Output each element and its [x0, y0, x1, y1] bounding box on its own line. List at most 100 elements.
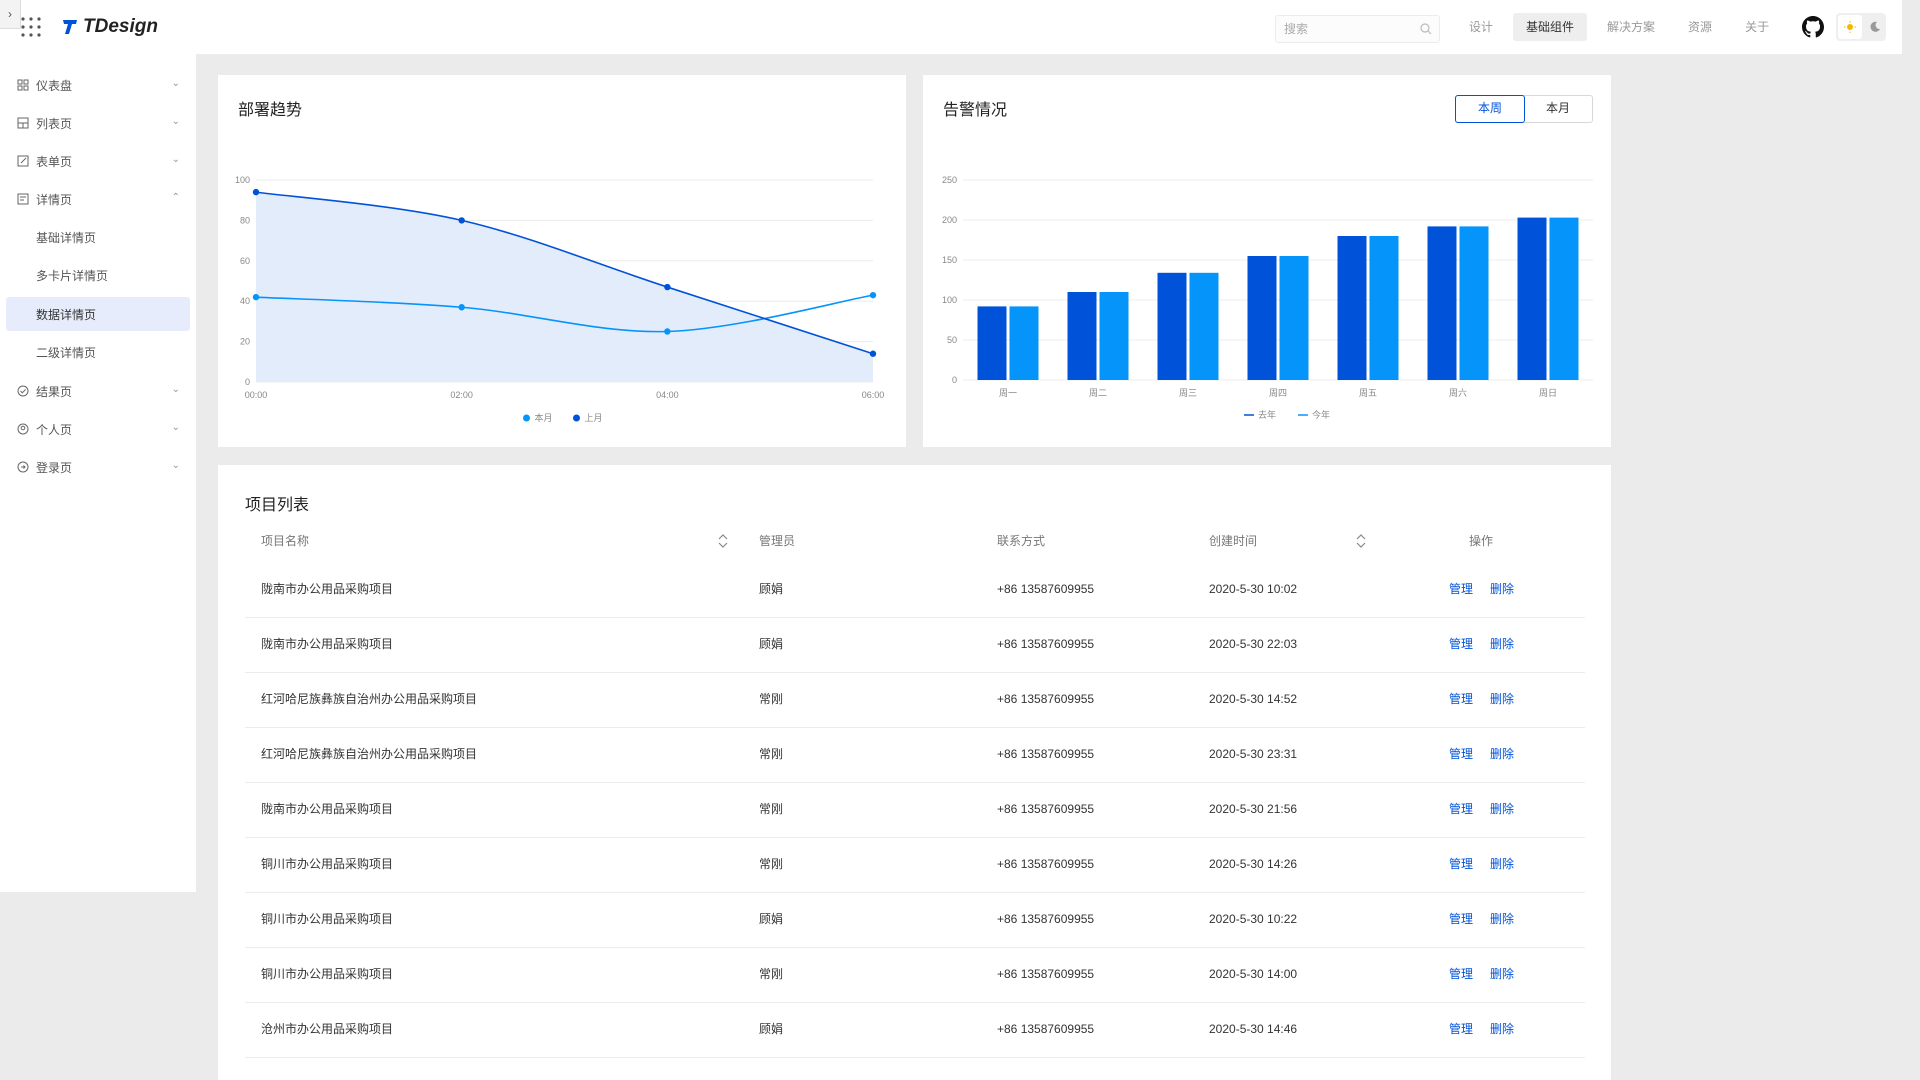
theme-switch[interactable]: [1836, 13, 1886, 41]
github-icon[interactable]: [1802, 16, 1824, 38]
y-tick-label: 250: [942, 175, 957, 185]
contact-cell: +86 13587609955: [997, 912, 1095, 926]
sidebar-item-label: 详情页: [36, 192, 73, 207]
x-tick-label: 周六: [1449, 387, 1467, 398]
check-circle-icon: [17, 385, 29, 397]
project-name-cell: 铜川市办公用品采购项目: [261, 857, 394, 871]
table-row: 红河哈尼族彝族自治州办公用品采购项目 常刚 +86 13587609955 2020-…: [245, 672, 1585, 728]
column-header-name: 项目名称: [261, 534, 310, 548]
nav-item-solutions[interactable]: 解决方案: [1594, 13, 1668, 41]
legend-marker: [523, 414, 530, 422]
contact-cell: +86 13587609955: [997, 857, 1095, 871]
sidebar-item-detail[interactable]: 详情页 ⌃: [6, 182, 190, 216]
sidebar-item-label: 二级详情页: [36, 345, 97, 360]
admin-cell: 顾娟: [759, 582, 784, 596]
moon-icon[interactable]: [1865, 15, 1885, 39]
sidebar-item-label: 基础详情页: [36, 230, 97, 245]
sort-icon[interactable]: [1355, 532, 1367, 550]
delete-link[interactable]: 删除: [1490, 617, 1514, 672]
chevron-down-icon: ⌄: [171, 422, 180, 433]
delete-link[interactable]: 删除: [1490, 672, 1514, 727]
admin-cell: 常刚: [759, 747, 784, 761]
x-tick-label: 周四: [1269, 388, 1287, 398]
sidebar-item-result[interactable]: 结果页 ⌄: [6, 374, 190, 408]
nav-item-components[interactable]: 基础组件: [1513, 13, 1588, 41]
sidebar-toggle-button[interactable]: ›: [0, 0, 21, 29]
sidebar-item-multi-card-detail[interactable]: 多卡片详情页: [6, 258, 190, 292]
manage-link[interactable]: 管理: [1449, 562, 1473, 617]
toggle-this-week[interactable]: 本周: [1455, 95, 1525, 123]
y-tick-label: 40: [240, 296, 250, 306]
table-row: 沧州市办公用品采购项目 顾娟 +86 13587609955 2020-5-30 14…: [245, 1002, 1585, 1058]
manage-link[interactable]: 管理: [1449, 837, 1473, 892]
y-tick-label: 200: [942, 215, 957, 225]
tdesign-logo[interactable]: TDesign: [61, 13, 158, 41]
sun-icon[interactable]: [1838, 15, 1862, 39]
nav-item-resources[interactable]: 资源: [1675, 13, 1725, 41]
y-tick-label: 100: [942, 295, 957, 305]
sort-icon[interactable]: [717, 532, 729, 550]
x-tick-label: 02:00: [450, 390, 473, 400]
created-time-cell: 2020-5-30 14:26: [1209, 857, 1298, 871]
data-point: [869, 350, 877, 357]
y-tick-label: 50: [947, 335, 957, 345]
data-point: [252, 188, 260, 196]
sidebar-item-label: 仪表盘: [36, 78, 73, 93]
table-row: 铜川市办公用品采购项目 常刚 +86 13587609955 2020-5-30 14…: [245, 837, 1585, 893]
toggle-this-month[interactable]: 本月: [1524, 96, 1592, 122]
detail-icon: [17, 193, 29, 205]
column-header-created: 创建时间: [1209, 534, 1258, 548]
sidebar-item-basic-detail[interactable]: 基础详情页: [6, 220, 190, 254]
bar: [1427, 226, 1457, 380]
delete-link[interactable]: 删除: [1490, 892, 1514, 947]
delete-link[interactable]: 删除: [1490, 562, 1514, 617]
grid-icon[interactable]: [20, 16, 42, 38]
sidebar-item-form[interactable]: 表单页 ⌄: [6, 144, 190, 178]
sidebar-item-personal[interactable]: 个人页 ⌄: [6, 412, 190, 446]
project-list-title: 项目列表: [245, 497, 310, 514]
delete-link[interactable]: 删除: [1490, 1002, 1514, 1057]
alarm-title: 告警情况: [943, 102, 1008, 119]
x-tick-label: 周三: [1179, 388, 1197, 398]
delete-link[interactable]: 删除: [1490, 727, 1514, 782]
sidebar-item-login[interactable]: 登录页 ⌄: [6, 450, 190, 484]
sidebar-item-data-detail[interactable]: 数据详情页: [6, 297, 190, 331]
search-box[interactable]: [1275, 15, 1440, 43]
created-time-cell: 2020-5-30 10:02: [1209, 582, 1298, 596]
sidebar-item-list[interactable]: 列表页 ⌄: [6, 106, 190, 140]
admin-cell: 顾娟: [759, 912, 784, 926]
search-icon[interactable]: [1420, 23, 1432, 35]
contact-cell: +86 13587609955: [997, 1022, 1095, 1036]
manage-link[interactable]: 管理: [1449, 617, 1473, 672]
contact-cell: +86 13587609955: [997, 802, 1095, 816]
created-time-cell: 2020-5-30 14:52: [1209, 692, 1298, 706]
x-tick-label: 周一: [999, 388, 1017, 398]
legend-label: 今年: [1312, 409, 1330, 420]
nav-item-design[interactable]: 设计: [1456, 13, 1506, 41]
manage-link[interactable]: 管理: [1449, 1002, 1473, 1057]
bar: [1009, 306, 1039, 380]
edit-icon: [17, 155, 29, 167]
manage-link[interactable]: 管理: [1449, 727, 1473, 782]
list-icon: [17, 117, 29, 129]
search-input[interactable]: [1282, 21, 1416, 37]
sidebar-item-label: 结果页: [36, 384, 73, 399]
sidebar-item-dashboard[interactable]: 仪表盘 ⌄: [6, 68, 190, 102]
manage-link[interactable]: 管理: [1449, 672, 1473, 727]
nav-item-about[interactable]: 关于: [1732, 13, 1782, 41]
data-point: [458, 217, 465, 224]
manage-link[interactable]: 管理: [1449, 947, 1473, 1002]
bar: [1099, 292, 1129, 380]
sidebar-item-label: 数据详情页: [36, 307, 97, 322]
delete-link[interactable]: 删除: [1490, 947, 1514, 1002]
bar: [1279, 256, 1309, 380]
sidebar-item-label: 个人页: [36, 422, 73, 437]
delete-link[interactable]: 删除: [1490, 837, 1514, 892]
delete-link[interactable]: 删除: [1490, 782, 1514, 837]
manage-link[interactable]: 管理: [1449, 892, 1473, 947]
legend-label: 本月: [535, 412, 553, 423]
manage-link[interactable]: 管理: [1449, 782, 1473, 837]
deploy-trend-chart: 0 20 40 60 80 100 00:00 02:00 04:00 06:00 本月 上月: [235, 175, 884, 423]
sidebar-item-secondary-detail[interactable]: 二级详情页: [6, 335, 190, 369]
admin-cell: 顾娟: [759, 637, 784, 651]
